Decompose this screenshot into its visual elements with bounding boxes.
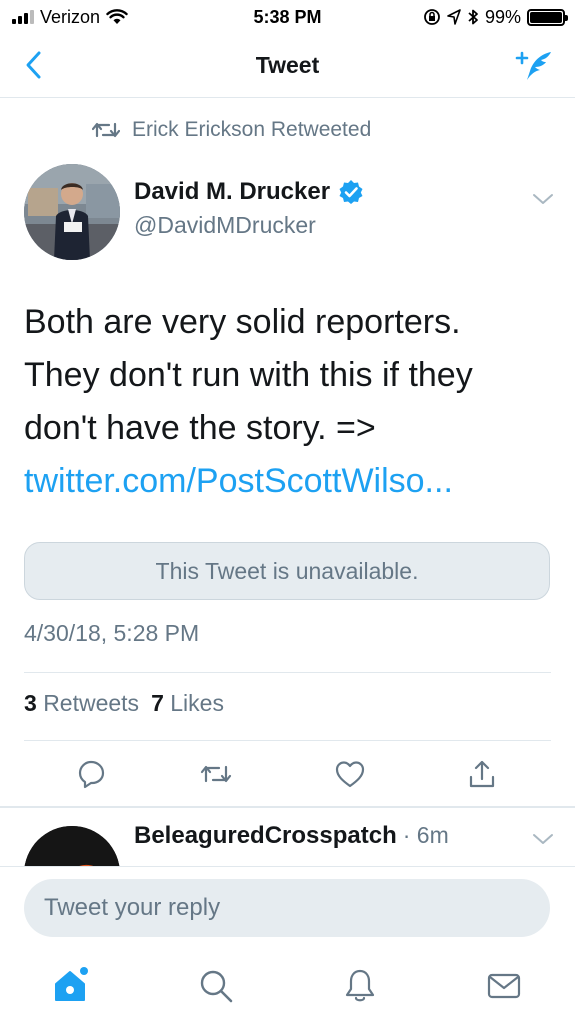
likes-stat[interactable]: 7 Likes [151,690,224,717]
reply-author[interactable]: BeleaguredCrosspatch · 6m [134,822,449,850]
retweets-label: Retweets [43,690,140,716]
author-photo [24,164,120,260]
retweeted-by-label: Erick Erickson Retweeted [132,118,372,141]
carrier-label: Verizon [40,6,101,27]
tweet-text: Both are very solid reporters. They don'… [24,296,554,508]
retweets-stat[interactable]: 3 Retweets [24,690,139,717]
heart-icon [335,761,365,788]
back-button[interactable] [16,48,50,82]
mail-icon [487,973,521,999]
retweet-icon [92,122,120,138]
retweet-icon [200,765,232,783]
retweeted-by[interactable]: Erick Erickson Retweeted [92,118,371,142]
reply-author-name: BeleaguredCrosspatch [134,822,397,849]
orientation-lock-icon [424,9,440,25]
reply-input-placeholder: Tweet your reply [44,894,221,921]
home-icon [55,967,88,1001]
tweet-link[interactable]: twitter.com/PostScottWilso... [24,455,554,508]
tab-messages[interactable] [484,966,524,1006]
divider [24,672,551,673]
chevron-left-icon [26,51,41,79]
tweet-text-line: don't have the story. => [24,409,376,447]
retweets-count: 3 [24,690,37,716]
reply-time: · 6m [402,822,449,848]
verified-badge-icon [339,180,363,204]
bell-icon [345,969,375,1002]
tab-home[interactable] [50,966,90,1006]
battery-fill [530,11,562,23]
retweet-button[interactable] [196,754,236,794]
compose-tweet-icon [515,51,551,80]
page-title: Tweet [255,52,320,78]
tweet-stats: 3 Retweets 7 Likes [24,690,224,717]
reply-bar: Tweet your reply [0,866,575,950]
tweet-text-line: Both are very solid reporters. [24,303,461,341]
reply-icon [78,760,105,789]
status-bar: Verizon 5:38 PM 99% [0,0,575,34]
battery-percent: 99% [484,6,521,27]
quoted-tweet-card[interactable]: This Tweet is unavailable. [24,542,550,600]
signal-icon [12,10,34,24]
compose-tweet-button[interactable] [515,48,555,84]
author-name[interactable]: David M. Drucker [134,178,364,206]
author-name-label: David M. Drucker [134,178,331,205]
bluetooth-icon [468,9,478,25]
share-icon [469,760,495,788]
reply-button[interactable] [72,754,112,794]
tweet-text-line: They don't run with this if they [24,356,473,394]
author-handle[interactable]: @DavidMDrucker [134,212,316,239]
wifi-icon [106,9,128,24]
tab-bar [0,950,575,1024]
reply-input[interactable]: Tweet your reply [24,879,550,937]
like-button[interactable] [330,754,370,794]
status-right: 99% [423,6,568,28]
quoted-tweet-unavailable-label: This Tweet is unavailable. [155,557,419,584]
likes-count: 7 [151,690,164,716]
chevron-down-icon[interactable] [532,192,554,206]
author-avatar[interactable] [24,164,120,260]
location-icon [447,9,461,25]
share-button[interactable] [462,754,502,794]
status-left: Verizon [12,7,128,28]
search-icon [200,970,233,1003]
likes-label: Likes [170,690,224,716]
divider [24,740,551,741]
tab-search[interactable] [196,966,236,1006]
battery-icon [527,8,568,26]
section-divider [0,806,575,808]
chevron-down-icon[interactable] [532,832,554,846]
nav-bar: Tweet [0,34,575,98]
tab-notifications[interactable] [340,966,380,1006]
tweet-timestamp: 4/30/18, 5:28 PM [24,620,200,646]
tweet-actions [0,754,575,794]
